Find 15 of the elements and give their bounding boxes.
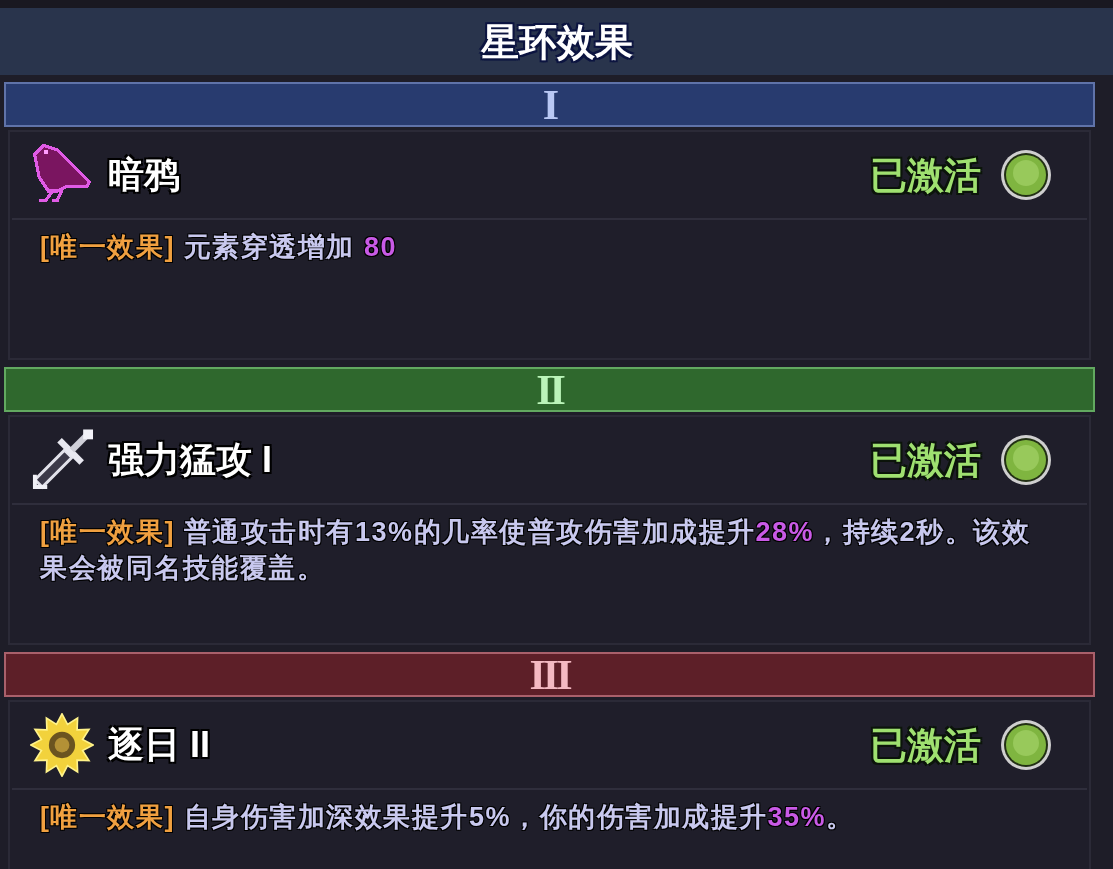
sun-icon [30,713,94,777]
sword-icon [30,428,94,492]
effect-description: [唯一效果] 自身伤害加深效果提升5%，你的伤害加成提升35%。 [39,801,856,834]
tier-header: II [4,367,1095,412]
effect-name: 强力猛攻 I [108,442,272,478]
tier-header: I [4,82,1095,127]
status-label: 已激活 [870,156,981,194]
effect-description: [唯一效果] 普通攻击时有13%的几率使普攻伤害加成提升28%，持续2秒。该效果会被同名技能覆盖。 [39,516,1032,585]
effect-name: 逐日 II [108,727,210,763]
effect-name: 暗鸦 [108,157,180,193]
effect-description: [唯一效果] 元素穿透增加 80 [39,231,399,264]
status-label: 已激活 [870,726,981,764]
panel-title: 星环效果 [480,22,633,61]
tier-header: III [4,652,1095,697]
status-label: 已激活 [870,441,981,479]
